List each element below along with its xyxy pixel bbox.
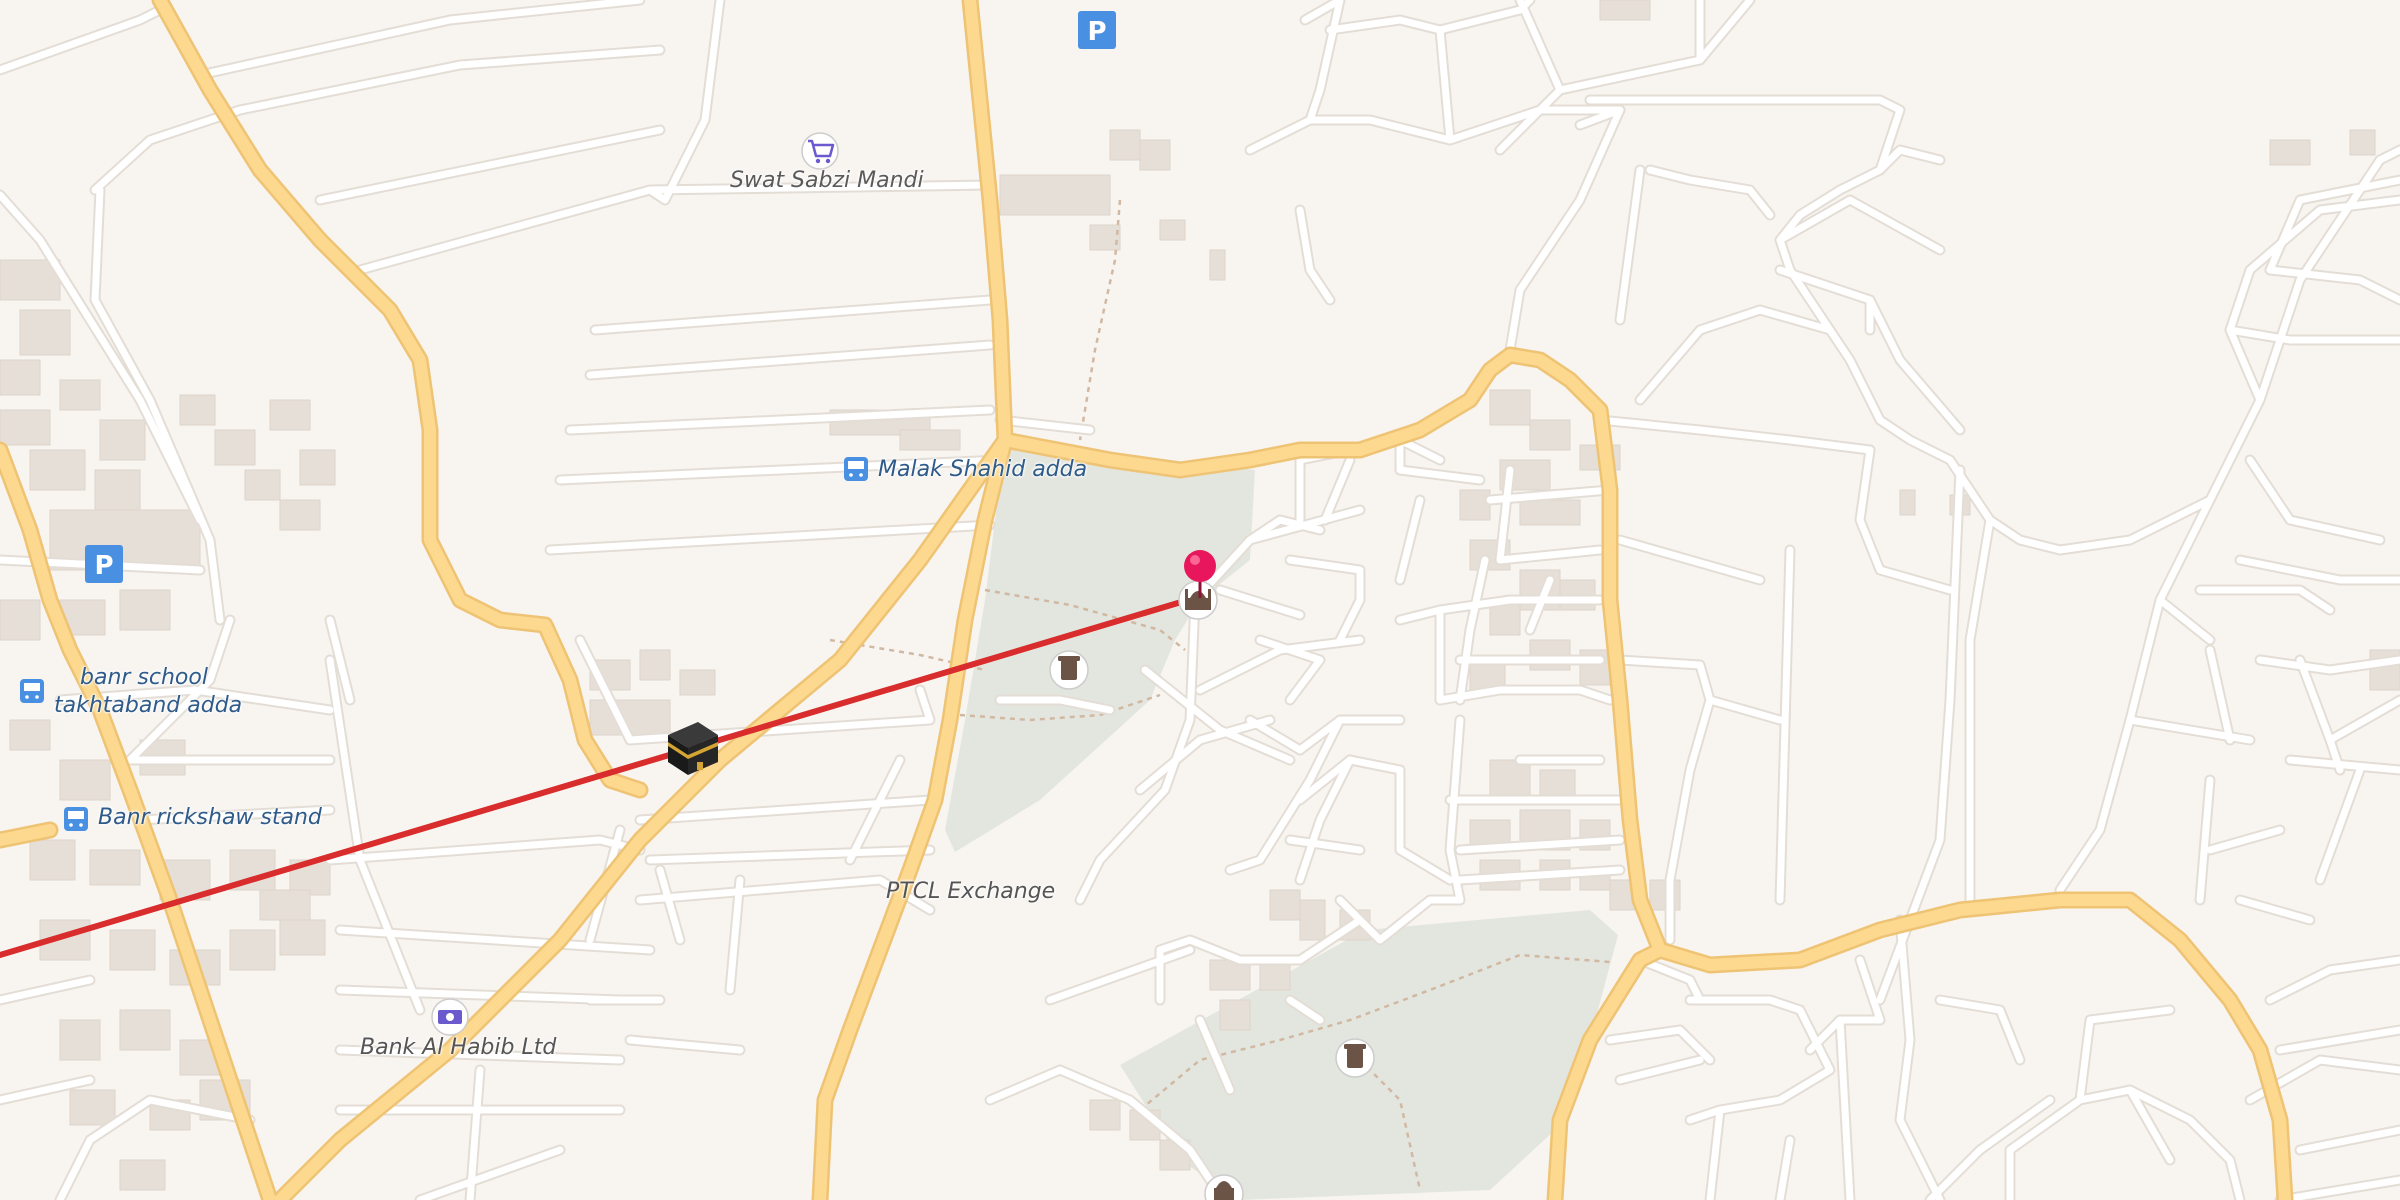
label-banr-school-line2: takhtaband adda [54, 693, 243, 718]
grave-icon[interactable] [1335, 1038, 1375, 1078]
bank-note-icon[interactable] [431, 998, 469, 1036]
label-ptcl-exchange: PTCL Exchange [886, 879, 1056, 904]
map-view[interactable]: P P Swat Sabzi Mandi Malak Shahid adda b… [0, 0, 2400, 1200]
mosque-icon[interactable] [1178, 580, 1218, 620]
shopping-cart-icon[interactable] [801, 132, 839, 170]
label-malak-shahid-adda: Malak Shahid adda [878, 457, 1088, 482]
bus-icon[interactable] [64, 807, 88, 831]
grave-icon[interactable] [1049, 650, 1089, 690]
parking-icon[interactable]: P [85, 545, 123, 583]
label-bank-al-habib: Bank Al Habib Ltd [360, 1035, 557, 1060]
map-canvas[interactable]: P P [0, 0, 2400, 1200]
bus-icon[interactable] [20, 679, 44, 703]
parking-symbol: P [1087, 17, 1106, 47]
label-swat-sabzi-mandi: Swat Sabzi Mandi [730, 168, 924, 193]
label-banr-school-line1: banr school [80, 665, 208, 690]
parking-symbol: P [94, 551, 113, 581]
bus-icon[interactable] [844, 457, 868, 481]
label-banr-rickshaw-stand: Banr rickshaw stand [98, 805, 322, 830]
parking-icon[interactable]: P [1078, 11, 1116, 49]
